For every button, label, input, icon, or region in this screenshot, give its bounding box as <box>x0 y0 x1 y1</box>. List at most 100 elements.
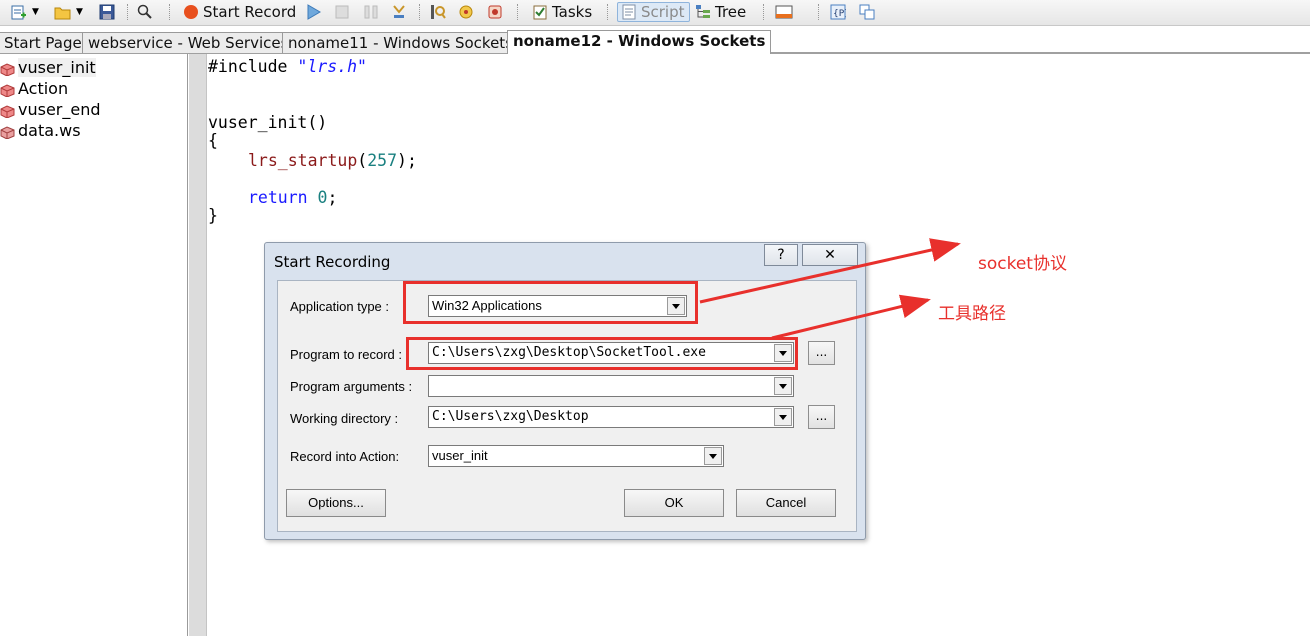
code-line-startup: lrs_startup(257); <box>248 151 417 170</box>
toolbar-separator <box>818 4 819 20</box>
browse-workdir-button[interactable]: ... <box>808 405 835 429</box>
folder-open-icon <box>54 4 71 20</box>
toolbar-separator <box>169 4 170 20</box>
tab-start-page[interactable]: Start Page <box>0 32 88 53</box>
chevron-down-icon[interactable]: ▼ <box>32 7 39 17</box>
tree-item-action[interactable]: Action <box>0 78 68 98</box>
output-pane-button[interactable] <box>775 2 793 22</box>
compile-button[interactable] <box>430 2 446 22</box>
code-line-return: return 0; <box>248 188 338 207</box>
save-icon <box>99 4 115 20</box>
action-label: Record into Action: <box>290 449 400 464</box>
app-type-label: Application type : <box>290 299 390 314</box>
close-button[interactable]: ✕ <box>802 244 858 266</box>
chevron-down-icon[interactable] <box>774 377 792 395</box>
stop-icon <box>334 4 350 20</box>
tab-noname11[interactable]: noname11 - Windows Sockets <box>282 32 520 53</box>
action-tree: vuser_init Action vuser_end data.ws <box>0 54 188 636</box>
main-toolbar: ▼ ▼ Start Record Tasks Script Tree {P <box>0 0 1310 26</box>
toolbar-separator <box>517 4 518 20</box>
toolbar-separator <box>607 4 608 20</box>
tab-webservice[interactable]: webservice - Web Services <box>82 32 295 53</box>
tasks-button[interactable]: Tasks <box>532 2 592 22</box>
return-value: 0 <box>317 188 328 207</box>
stop-button[interactable] <box>334 2 350 22</box>
snapshot-button[interactable] <box>859 2 875 22</box>
browse-program-button[interactable]: ... <box>808 341 835 365</box>
tree-view-button[interactable]: Tree <box>695 2 746 22</box>
new-script-icon <box>10 4 26 20</box>
chevron-down-icon[interactable] <box>704 447 722 465</box>
tree-item-label: vuser_init <box>18 57 96 77</box>
code-line-open-brace: { <box>208 131 218 151</box>
dialog-title: Start Recording <box>274 253 391 271</box>
compile-icon <box>430 4 446 20</box>
new-script-button[interactable]: ▼ <box>10 2 39 22</box>
close-icon: ✕ <box>824 247 836 263</box>
program-label: Program to record : <box>290 347 402 362</box>
cancel-button[interactable]: Cancel <box>736 489 836 517</box>
tree-item-label: data.ws <box>18 120 81 140</box>
action-icon <box>0 61 15 77</box>
svg-text:{P}: {P} <box>833 9 846 19</box>
recording-options-button[interactable] <box>487 2 503 22</box>
program-highlight <box>406 337 798 370</box>
ok-button[interactable]: OK <box>624 489 724 517</box>
workdir-label: Working directory : <box>290 411 399 426</box>
working-directory-input[interactable]: C:\Users\zxg\Desktop <box>428 406 794 428</box>
tree-view-label: Tree <box>715 3 747 21</box>
replay-button[interactable] <box>305 2 321 22</box>
output-pane-icon <box>775 4 793 20</box>
code-line-include: #include "lrs.h" <box>208 57 367 77</box>
startup-function: lrs_startup <box>248 151 358 170</box>
recording-options-icon <box>487 4 503 20</box>
toolbar-separator <box>127 4 128 20</box>
save-button[interactable] <box>99 2 115 22</box>
script-view-button[interactable]: Script <box>617 2 690 22</box>
parameter-icon: {P} <box>830 4 850 20</box>
open-button[interactable]: ▼ <box>54 2 83 22</box>
document-tabs: Start Page webservice - Web Services non… <box>0 30 1310 54</box>
script-view-label: Script <box>641 3 685 21</box>
options-button[interactable]: Options... <box>286 489 386 517</box>
toolbar-separator <box>419 4 420 20</box>
tasks-icon <box>532 4 548 20</box>
chevron-down-icon[interactable] <box>774 408 792 426</box>
toolbar-separator <box>763 4 764 20</box>
args-label: Program arguments : <box>290 379 413 394</box>
tree-item-vuser-init[interactable]: vuser_init <box>0 57 96 77</box>
help-button[interactable]: ? <box>764 244 798 266</box>
chevron-down-icon[interactable]: ▼ <box>76 7 83 17</box>
pause-button[interactable] <box>363 2 379 22</box>
return-keyword: return <box>248 188 308 207</box>
step-icon <box>391 4 407 20</box>
tasks-label: Tasks <box>552 3 593 21</box>
start-record-button[interactable]: Start Record <box>183 2 296 22</box>
start-record-label: Start Record <box>203 3 297 21</box>
tree-item-vuser-end[interactable]: vuser_end <box>0 99 101 119</box>
step-button[interactable] <box>391 2 407 22</box>
tab-noname12[interactable]: noname12 - Windows Sockets <box>507 30 772 54</box>
action-icon <box>0 103 15 119</box>
parameter-button[interactable]: {P} <box>830 2 850 22</box>
program-arguments-input[interactable] <box>428 375 794 397</box>
function-declaration: vuser_init() <box>208 113 328 132</box>
include-file: "lrs.h" <box>297 57 367 76</box>
runtime-settings-icon <box>458 4 474 20</box>
pause-icon <box>363 4 379 20</box>
action-icon <box>0 82 15 98</box>
tool-path-annotation: 工具路径 <box>938 304 1006 324</box>
include-directive: #include <box>208 57 288 76</box>
tree-item-data-ws[interactable]: data.ws <box>0 120 81 140</box>
socket-annotation: socket协议 <box>978 254 1067 274</box>
tree-item-label: vuser_end <box>18 99 101 119</box>
find-button[interactable] <box>137 2 153 22</box>
runtime-settings-button[interactable] <box>458 2 474 22</box>
search-icon <box>137 4 153 20</box>
code-line-func-decl: vuser_init() <box>208 113 327 133</box>
app-type-highlight <box>403 281 698 324</box>
code-line-close-brace: } <box>208 206 218 226</box>
startup-argument: 257 <box>367 151 398 170</box>
tree-item-label: Action <box>18 78 69 98</box>
record-into-action-select[interactable]: vuser_init <box>428 445 724 467</box>
